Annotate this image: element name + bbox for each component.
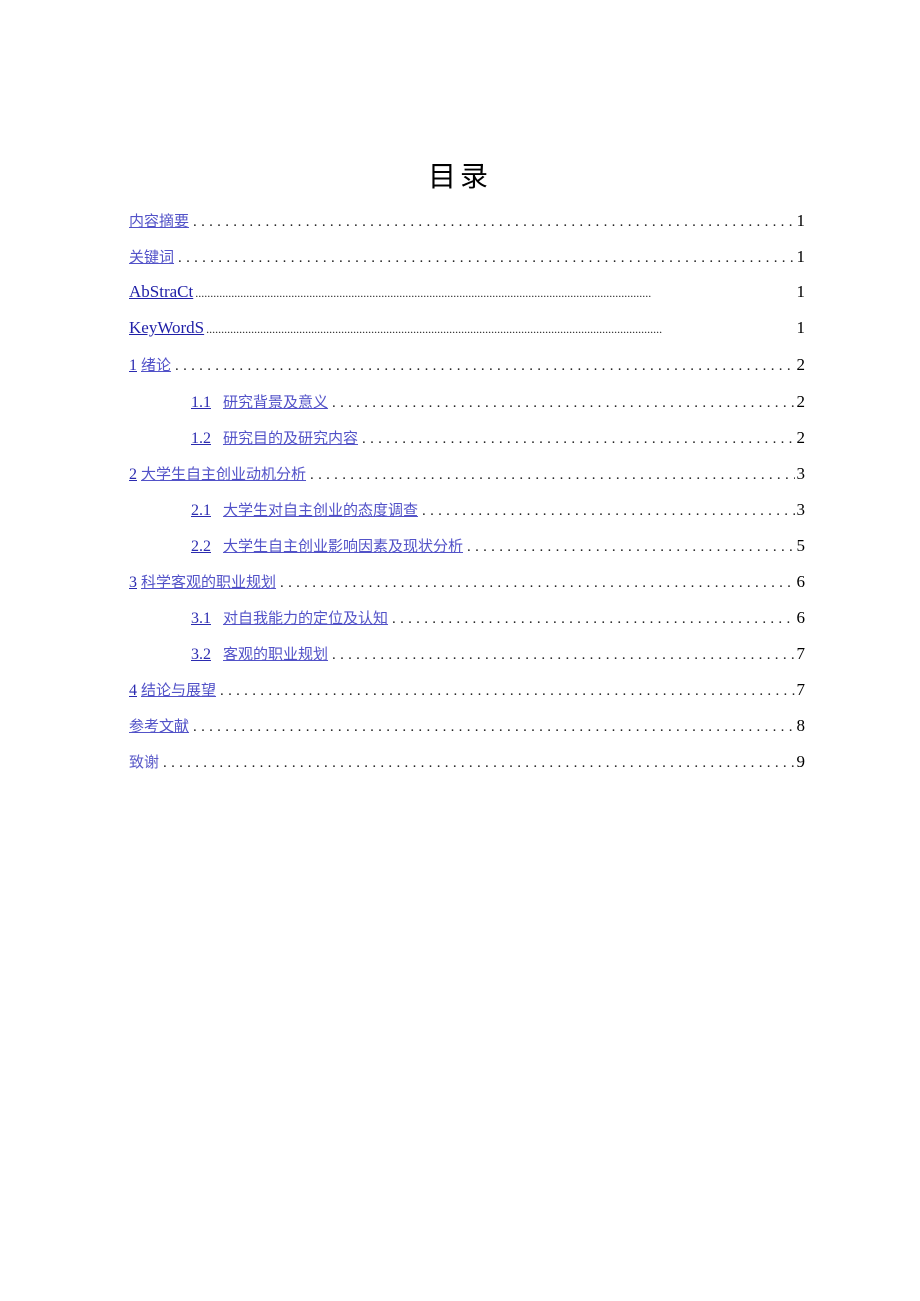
toc-page-number: 1 (796, 282, 806, 301)
toc-page-number: 7 (796, 680, 806, 699)
toc-entry[interactable]: 4 结论与展望..................................… (129, 679, 805, 703)
toc-entry[interactable]: 参考文献....................................… (129, 715, 805, 739)
toc-page-number: 8 (796, 716, 806, 735)
toc-entry-link[interactable]: 1.1 研究背景及意义 (129, 391, 328, 412)
toc-page-number: 3 (796, 500, 806, 519)
toc-entry-label[interactable]: 致谢 (129, 751, 159, 772)
toc-title: 目录 (427, 159, 492, 193)
toc-entry[interactable]: 致谢......................................… (129, 751, 805, 775)
leader-dots: ........................................… (280, 575, 795, 591)
toc-page-number: 1 (796, 318, 806, 337)
toc-entry-number[interactable]: 1.1 (191, 394, 211, 412)
toc-entry-label[interactable]: 大学生自主创业影响因素及现状分析 (223, 535, 463, 556)
toc-entry-label[interactable]: 大学生自主创业动机分析 (141, 463, 306, 484)
toc-entry-label[interactable]: AbStraCt (129, 282, 193, 302)
leader-dots: ........................................… (195, 286, 652, 300)
toc-page-number: 1 (796, 247, 806, 266)
toc-page-number: 9 (796, 752, 806, 771)
toc-entry-number[interactable]: 2.1 (191, 502, 211, 520)
toc-entry-link[interactable]: 关键词 (129, 246, 174, 267)
toc-entry-link[interactable]: 2.2 大学生自主创业影响因素及现状分析 (129, 535, 463, 556)
toc-entry-number[interactable]: 1 (129, 357, 137, 375)
toc-page-number: 2 (796, 392, 806, 411)
toc-entry-link[interactable]: 致谢 (129, 751, 159, 772)
toc-entry-link[interactable]: 2 大学生自主创业动机分析 (129, 463, 306, 484)
toc-entry-link[interactable]: KeyWordS (129, 318, 204, 338)
leader-dots: ........................................… (362, 431, 794, 447)
toc-entry-number[interactable]: 3.1 (191, 610, 211, 628)
toc-entry-link[interactable]: 3.1 对自我能力的定位及认知 (129, 607, 388, 628)
toc-entry-link[interactable]: 3 科学客观的职业规划 (129, 571, 276, 592)
toc-entry-link[interactable]: 1 绪论 (129, 354, 171, 375)
leader-dots: ........................................… (392, 611, 795, 627)
toc-entry-number[interactable]: 3 (129, 574, 137, 592)
leader-dots: ........................................… (422, 503, 795, 519)
toc-entry-link[interactable]: 4 结论与展望 (129, 679, 216, 700)
toc-entry-label[interactable]: 内容摘要 (129, 210, 189, 231)
toc-entry-label[interactable]: 研究背景及意义 (223, 391, 328, 412)
leader-dots: ........................................… (332, 395, 794, 411)
toc-entry-link[interactable]: 2.1 大学生对自主创业的态度调查 (129, 499, 418, 520)
toc-entry[interactable]: 1.2 研究目的及研究内容............................… (129, 427, 805, 451)
toc-page-number: 6 (796, 572, 806, 591)
toc-entry[interactable]: 3.2 客观的职业规划..............................… (129, 643, 805, 667)
toc-entry-label[interactable]: KeyWordS (129, 318, 204, 338)
toc-entry-label[interactable]: 绪论 (141, 354, 171, 375)
toc-page-number: 5 (796, 536, 806, 555)
toc-entry[interactable]: 3.1 对自我能力的定位及认知..........................… (129, 607, 805, 631)
leader-dots: ........................................… (206, 322, 663, 336)
toc-entry-link[interactable]: 1.2 研究目的及研究内容 (129, 427, 358, 448)
toc-entry-label[interactable]: 科学客观的职业规划 (141, 571, 276, 592)
toc-entry-label[interactable]: 研究目的及研究内容 (223, 427, 358, 448)
toc-page-number: 3 (796, 464, 806, 483)
toc-entry-number[interactable]: 4 (129, 682, 137, 700)
toc-entry-number[interactable]: 3.2 (191, 646, 211, 664)
toc-entry[interactable]: 关键词.....................................… (129, 246, 805, 270)
toc-entry-label[interactable]: 结论与展望 (141, 679, 216, 700)
toc-entry[interactable]: KeyWordS................................… (129, 318, 805, 342)
leader-dots: ........................................… (467, 539, 794, 555)
toc-entry-link[interactable]: 3.2 客观的职业规划 (129, 643, 328, 664)
leader-dots: ........................................… (163, 755, 794, 771)
leader-dots: ........................................… (310, 467, 794, 483)
toc-entry-link[interactable]: 参考文献 (129, 715, 189, 736)
toc-entry-number[interactable]: 2.2 (191, 538, 211, 556)
toc-page-number: 7 (796, 644, 806, 663)
toc-entry-link[interactable]: AbStraCt (129, 282, 193, 302)
toc-page-number: 2 (796, 428, 806, 447)
toc-entry-number[interactable]: 1.2 (191, 430, 211, 448)
toc-entry[interactable]: 2.2 大学生自主创业影响因素及现状分析.....................… (129, 535, 805, 559)
toc-entry-label[interactable]: 参考文献 (129, 715, 189, 736)
toc-page-number: 2 (796, 355, 806, 374)
leader-dots: ........................................… (332, 647, 794, 663)
leader-dots: ........................................… (193, 719, 795, 735)
toc-entry-label[interactable]: 对自我能力的定位及认知 (223, 607, 388, 628)
toc-page-number: 6 (796, 608, 806, 627)
toc-entry-number[interactable]: 2 (129, 466, 137, 484)
toc-entry[interactable]: AbStraCt................................… (129, 282, 805, 306)
toc-entry[interactable]: 2 大学生自主创业动机分析............................… (129, 463, 805, 487)
toc-entry-link[interactable]: 内容摘要 (129, 210, 189, 231)
toc-entry[interactable]: 1 绪论.....................................… (129, 354, 805, 378)
toc-entry[interactable]: 内容摘要....................................… (129, 210, 805, 234)
toc-entry[interactable]: 1.1 研究背景及意义..............................… (129, 391, 805, 415)
toc-entry-label[interactable]: 客观的职业规划 (223, 643, 328, 664)
leader-dots: ........................................… (175, 358, 795, 374)
toc-entry-label[interactable]: 关键词 (129, 246, 174, 267)
leader-dots: ........................................… (193, 214, 795, 230)
toc-entry[interactable]: 3 科学客观的职业规划..............................… (129, 571, 805, 595)
leader-dots: ........................................… (178, 250, 794, 266)
toc-page-number: 1 (796, 211, 806, 230)
leader-dots: ........................................… (220, 683, 795, 699)
toc-entry-label[interactable]: 大学生对自主创业的态度调查 (223, 499, 418, 520)
toc-entry[interactable]: 2.1 大学生对自主创业的态度调查........................… (129, 499, 805, 523)
